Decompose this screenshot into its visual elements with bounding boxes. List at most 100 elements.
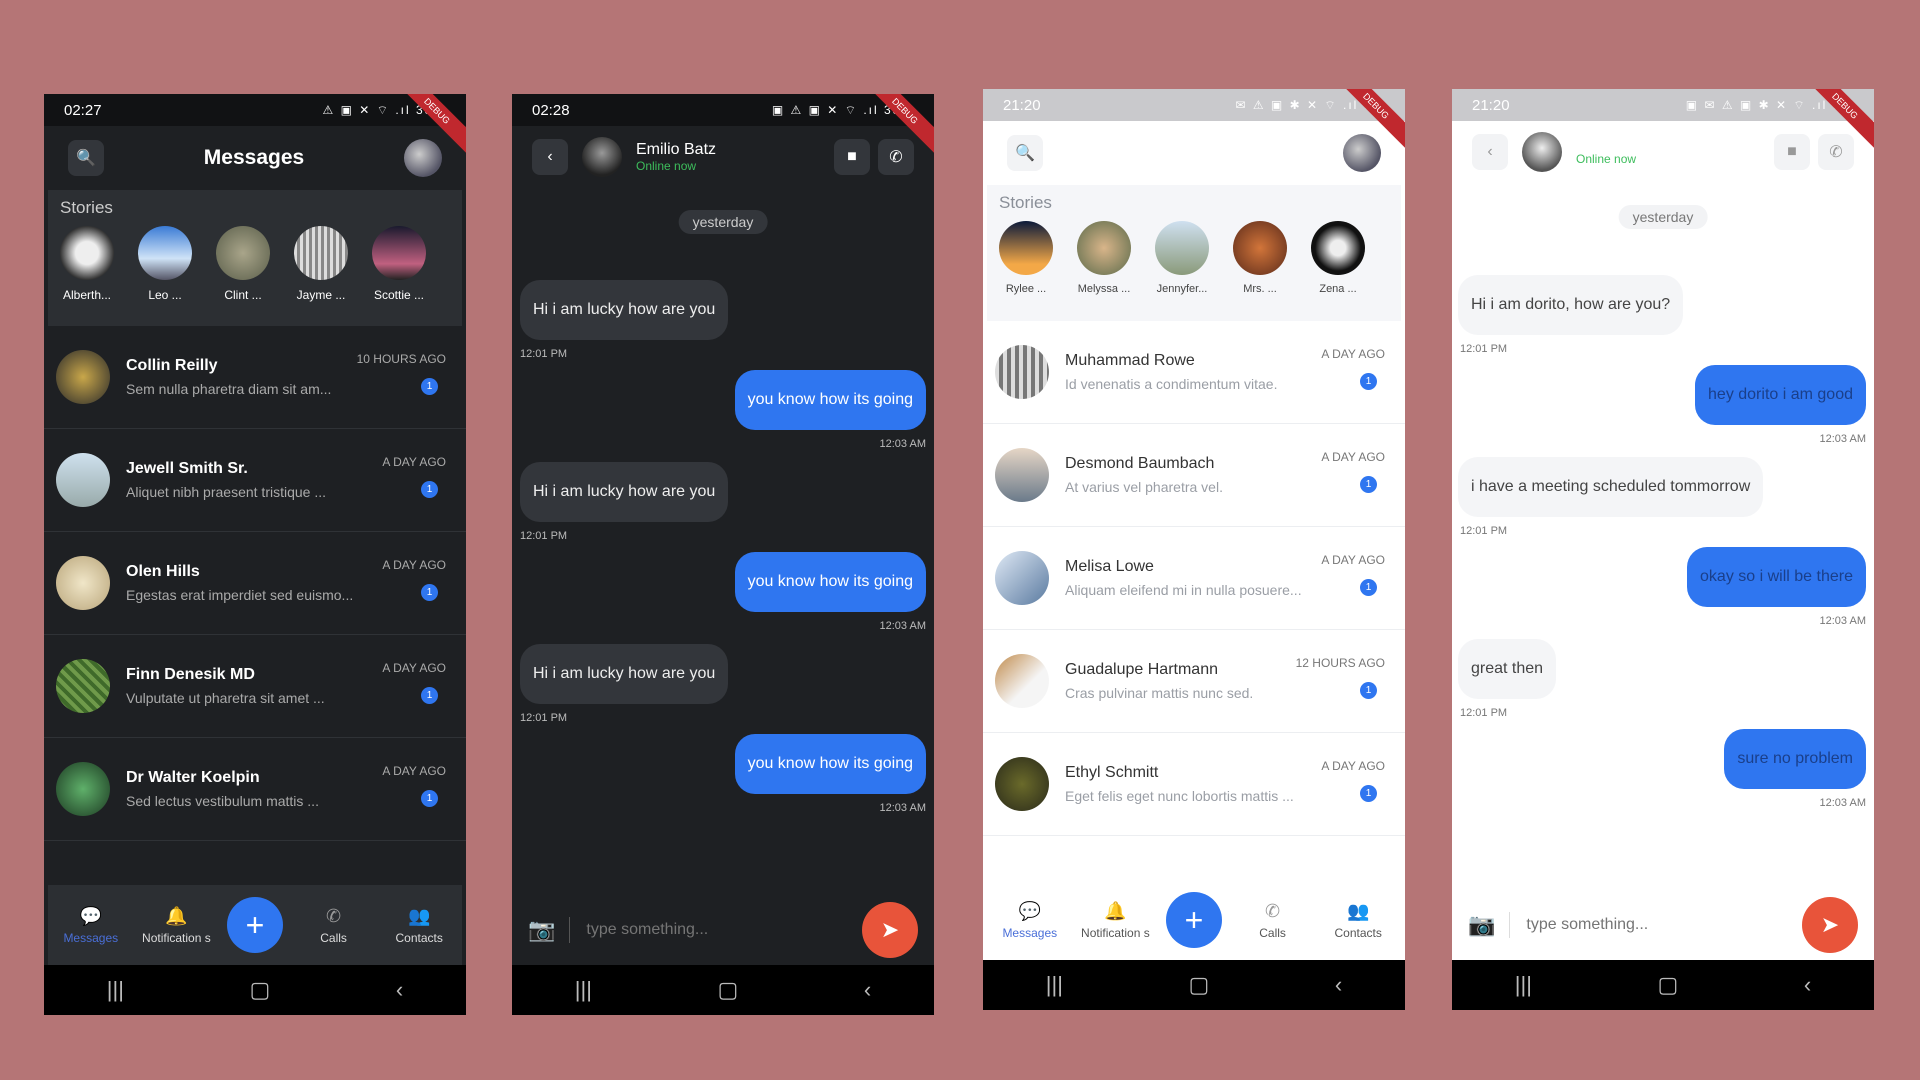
recents-icon[interactable]: ||| (1515, 972, 1532, 998)
camera-icon[interactable]: 📷 (1468, 912, 1511, 938)
video-call-button[interactable]: ■ (834, 139, 870, 175)
back-icon[interactable]: ‹ (1335, 972, 1342, 998)
conversation-item[interactable]: Desmond Baumbach At varius vel pharetra v… (983, 424, 1405, 527)
recents-icon[interactable]: ||| (107, 977, 124, 1003)
unread-badge: 1 (1360, 785, 1377, 802)
back-button[interactable]: ‹ (1472, 134, 1508, 170)
story-item[interactable]: Clint ... (216, 226, 270, 302)
conversation-item[interactable]: Dr Walter Koelpin Sed lectus vestibulum m… (44, 738, 466, 841)
message-input[interactable] (584, 920, 862, 940)
outgoing-message[interactable]: you know how its going (734, 552, 926, 612)
home-icon[interactable]: ▢ (1189, 972, 1210, 998)
message-preview: Sed lectus vestibulum mattis ... (126, 793, 319, 809)
conversation-item[interactable]: Ethyl Schmitt Eget felis eget nunc lobort… (983, 733, 1405, 836)
outgoing-message[interactable]: you know how its going (734, 370, 926, 430)
recents-icon[interactable]: ||| (575, 977, 592, 1003)
message-preview: Id venenatis a condimentum vitae. (1065, 376, 1278, 392)
tab-contacts[interactable]: 👥 Contacts (384, 906, 454, 945)
tab-notifications[interactable]: 🔔 Notification s (1080, 901, 1150, 940)
phone-dark-chat: 02:28 ▣ ⚠ ▣ ✕ ⌔ .ıl 38% DEBUG ‹ Emilio B… (512, 94, 934, 1015)
new-message-button[interactable]: + (226, 897, 283, 953)
story-item[interactable]: Zena ... (1311, 221, 1365, 295)
camera-icon[interactable]: 📷 (528, 917, 571, 943)
back-icon[interactable]: ‹ (396, 977, 403, 1003)
incoming-message[interactable]: Hi i am lucky how are you (520, 644, 729, 704)
chat-icon: 💬 (1018, 900, 1041, 921)
outgoing-message[interactable]: you know how its going (734, 734, 926, 794)
avatar (56, 453, 110, 507)
incoming-message[interactable]: i have a meeting scheduled tommorrow (1458, 457, 1764, 517)
tab-label: Contacts (1334, 925, 1382, 940)
contacts-icon: 👥 (407, 905, 431, 926)
back-icon[interactable]: ‹ (864, 977, 871, 1003)
unread-badge: 1 (421, 378, 438, 395)
chevron-left-icon: ‹ (547, 148, 553, 165)
phone-icon: ✆ (1265, 900, 1281, 921)
incoming-message[interactable]: Hi i am dorito, how are you? (1458, 275, 1684, 335)
story-item[interactable]: Alberth... (60, 226, 114, 302)
back-icon[interactable]: ‹ (1804, 972, 1811, 998)
story-item[interactable]: Scottie ... (372, 226, 426, 302)
conversation-item[interactable]: Guadalupe Hartmann Cras pulvinar mattis n… (983, 630, 1405, 733)
story-item[interactable]: Mrs. ... (1233, 221, 1287, 295)
conversation-item[interactable]: Collin Reilly Sem nulla pharetra diam sit… (44, 326, 466, 429)
chevron-left-icon: ‹ (1487, 143, 1493, 160)
voice-call-button[interactable]: ✆ (1818, 134, 1854, 170)
conversation-item[interactable]: Melisa Lowe Aliquam eleifend mi in nulla … (983, 527, 1405, 630)
message-thread: yesterday Hi i am dorito, how are you? 1… (1452, 183, 1874, 883)
new-message-button[interactable]: + (1165, 892, 1222, 948)
conversation-item[interactable]: Jewell Smith Sr. Aliquet nibh praesent tr… (44, 429, 466, 532)
voice-call-button[interactable]: ✆ (878, 139, 914, 175)
home-icon[interactable]: ▢ (1658, 972, 1679, 998)
back-button[interactable]: ‹ (532, 139, 568, 175)
message-time: 12:01 PM (1460, 343, 1508, 355)
tab-notifications[interactable]: 🔔 Notification s (141, 906, 211, 945)
conversation-item[interactable]: Olen Hills Egestas erat imperdiet sed eui… (44, 532, 466, 635)
tab-messages[interactable]: 💬 Messages (56, 906, 126, 945)
stories-section: Stories Rylee ... Melyssa ... Jennyfer..… (987, 185, 1401, 321)
system-nav-bar: ||| ▢ ‹ (983, 960, 1405, 1010)
online-status: Online now (636, 159, 697, 173)
search-button[interactable]: 🔍 (1007, 135, 1043, 171)
message-time: 12:03 AM (1819, 615, 1866, 627)
avatar (56, 659, 110, 713)
profile-avatar[interactable] (1343, 134, 1381, 172)
story-item[interactable]: Leo ... (138, 226, 192, 302)
story-item[interactable]: Jayme ... (294, 226, 348, 302)
story-avatar (138, 226, 192, 280)
tab-calls[interactable]: ✆ Calls (1238, 901, 1308, 940)
conversation-item[interactable]: Finn Denesik MD Vulputate ut pharetra sit… (44, 635, 466, 738)
outgoing-message[interactable]: hey dorito i am good (1695, 365, 1866, 425)
home-icon[interactable]: ▢ (250, 977, 271, 1003)
video-call-button[interactable]: ■ (1774, 134, 1810, 170)
send-button[interactable]: ➤ (862, 902, 918, 958)
profile-avatar[interactable] (404, 139, 442, 177)
message-input[interactable] (1524, 915, 1802, 935)
tab-calls[interactable]: ✆ Calls (299, 906, 369, 945)
unread-badge: 1 (421, 584, 438, 601)
system-nav-bar: ||| ▢ ‹ (1452, 960, 1874, 1010)
story-item[interactable]: Rylee ... (999, 221, 1053, 295)
message-time: 12:01 PM (1460, 525, 1508, 537)
tab-contacts[interactable]: 👥 Contacts (1323, 901, 1393, 940)
conversation-item[interactable]: Muhammad Rowe Id venenatis a condimentum … (983, 321, 1405, 424)
tab-messages[interactable]: 💬 Messages (995, 901, 1065, 940)
outgoing-message[interactable]: okay so i will be there (1687, 547, 1866, 607)
message-preview: Egestas erat imperdiet sed euismo... (126, 587, 354, 603)
home-icon[interactable]: ▢ (718, 977, 739, 1003)
tab-label: Messages (1002, 925, 1058, 940)
message-time: 12:01 PM (520, 530, 568, 542)
story-item[interactable]: Jennyfer... (1155, 221, 1209, 295)
incoming-message[interactable]: great then (1458, 639, 1557, 699)
message-time: 12:01 PM (520, 348, 568, 360)
send-button[interactable]: ➤ (1802, 897, 1858, 953)
avatar (1522, 132, 1562, 172)
search-button[interactable]: 🔍 (68, 140, 104, 176)
story-item[interactable]: Melyssa ... (1077, 221, 1131, 295)
outgoing-message[interactable]: sure no problem (1724, 729, 1866, 789)
avatar (56, 556, 110, 610)
incoming-message[interactable]: Hi i am lucky how are you (520, 280, 729, 340)
recents-icon[interactable]: ||| (1046, 972, 1063, 998)
message-thread: yesterday Hi i am lucky how are you 12:0… (512, 188, 934, 888)
incoming-message[interactable]: Hi i am lucky how are you (520, 462, 729, 522)
